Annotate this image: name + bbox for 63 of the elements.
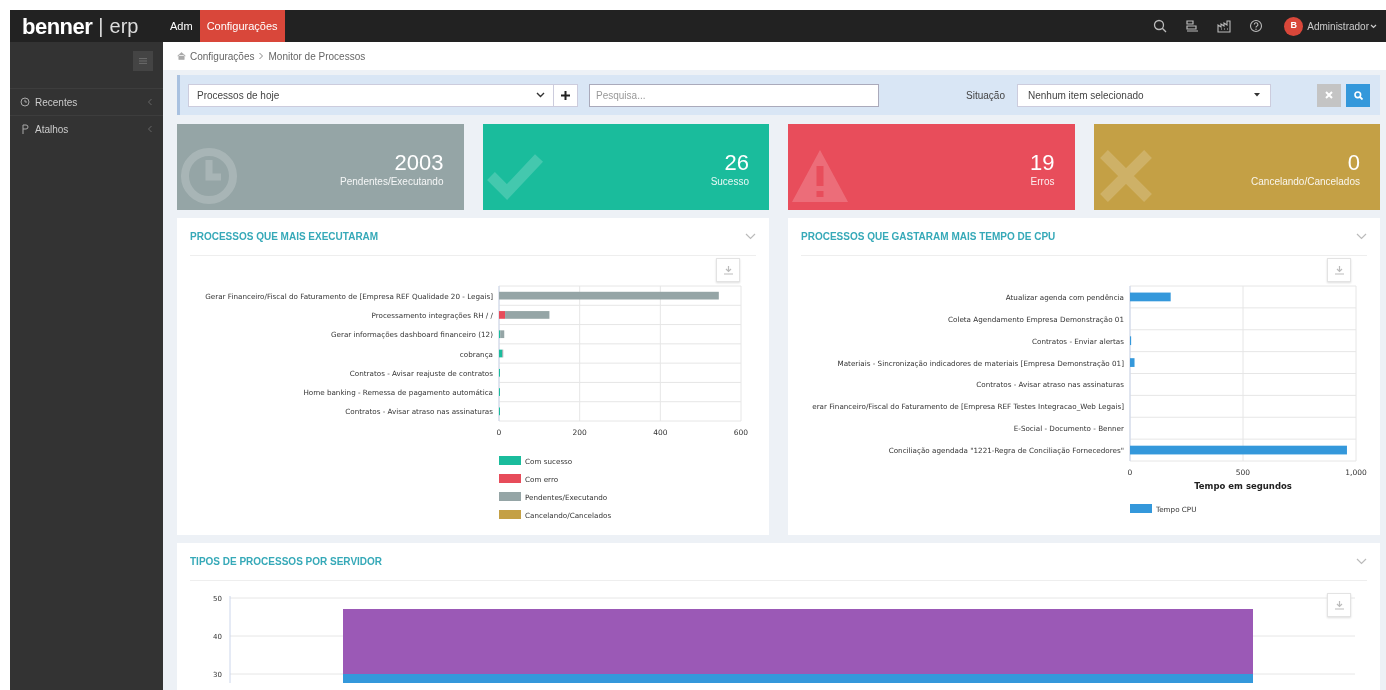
- breadcrumb-link[interactable]: Configurações: [190, 48, 255, 64]
- collapse-button[interactable]: [1356, 233, 1367, 240]
- brand-logo: benner: [22, 12, 93, 41]
- search-field[interactable]: Pesquisa...: [589, 83, 879, 107]
- legend-swatch: [499, 510, 521, 519]
- breadcrumb-current: Monitor de Processos: [268, 49, 366, 64]
- stat-label: Erros: [1030, 174, 1055, 189]
- menu-button[interactable]: [133, 51, 153, 71]
- clear-button[interactable]: [1317, 83, 1341, 107]
- stat-value: 26: [724, 151, 749, 174]
- bar: [1130, 358, 1135, 367]
- brand-product: erp: [109, 14, 139, 39]
- stat-label: Sucesso: [710, 174, 749, 189]
- menu-icon: [139, 57, 147, 65]
- legend-swatch: [1130, 504, 1152, 513]
- stat-value: 2003: [394, 151, 444, 174]
- user-avatar: B: [1284, 16, 1304, 36]
- status-select[interactable]: Nenhum item selecionado: [1017, 83, 1271, 107]
- list-icon[interactable]: [1185, 19, 1200, 33]
- close-icon: [1325, 91, 1333, 99]
- add-button[interactable]: [554, 83, 578, 107]
- chevron-left-icon: [147, 98, 153, 106]
- panel-title: TIPOS DE PROCESSOS POR SERVIDOR: [190, 555, 383, 569]
- download-icon: [1334, 600, 1344, 610]
- chevron-down-icon: [536, 92, 545, 98]
- chevron-down-icon: [745, 233, 756, 240]
- collapse-button[interactable]: [1356, 558, 1367, 565]
- preset-select[interactable]: Processos de hoje: [188, 83, 554, 107]
- collapse-button[interactable]: [745, 233, 756, 240]
- plus-icon: [561, 90, 570, 100]
- axis-title: Tempo em segundos: [1194, 481, 1292, 491]
- stat-label: Pendentes/Executando: [340, 174, 444, 189]
- stat-value: 19: [1030, 151, 1055, 174]
- caret-icon: [1254, 93, 1260, 97]
- search-icon[interactable]: [1153, 19, 1168, 33]
- help-icon[interactable]: [1249, 19, 1264, 33]
- chevron-down-icon: [1356, 558, 1367, 565]
- chevron-right-icon: [258, 52, 265, 60]
- download-icon: [723, 265, 733, 275]
- download-button[interactable]: [1327, 593, 1351, 617]
- chevron-down-icon: [1356, 233, 1367, 240]
- clock-icon: [20, 97, 30, 107]
- panel-title: PROCESSOS QUE MAIS EXECUTARAM: [190, 230, 379, 244]
- stat-value: 0: [1347, 151, 1360, 174]
- legend-swatch: [499, 492, 521, 501]
- status-label: Situação: [966, 88, 1005, 103]
- panel-title: PROCESSOS QUE GASTARAM MAIS TEMPO DE CPU: [801, 230, 1056, 244]
- download-icon: [1334, 265, 1344, 275]
- nav-tab[interactable]: Adm: [163, 10, 200, 42]
- download-button[interactable]: [1327, 258, 1351, 282]
- legend-swatch: [499, 474, 521, 483]
- brand-separator: |: [98, 14, 104, 39]
- search-button[interactable]: [1346, 83, 1370, 107]
- stat-label: Cancelando/Cancelados: [1251, 174, 1360, 189]
- search-icon: [1353, 90, 1363, 100]
- home-icon: [177, 52, 186, 60]
- factory-icon[interactable]: [1217, 19, 1232, 33]
- nav-tab[interactable]: Configurações: [199, 10, 285, 42]
- legend-swatch: [499, 456, 521, 465]
- bar: [1130, 292, 1171, 302]
- download-button[interactable]: [716, 258, 740, 282]
- user-menu[interactable]: B Administrador: [1276, 10, 1386, 42]
- chevron-left-icon: [147, 125, 153, 133]
